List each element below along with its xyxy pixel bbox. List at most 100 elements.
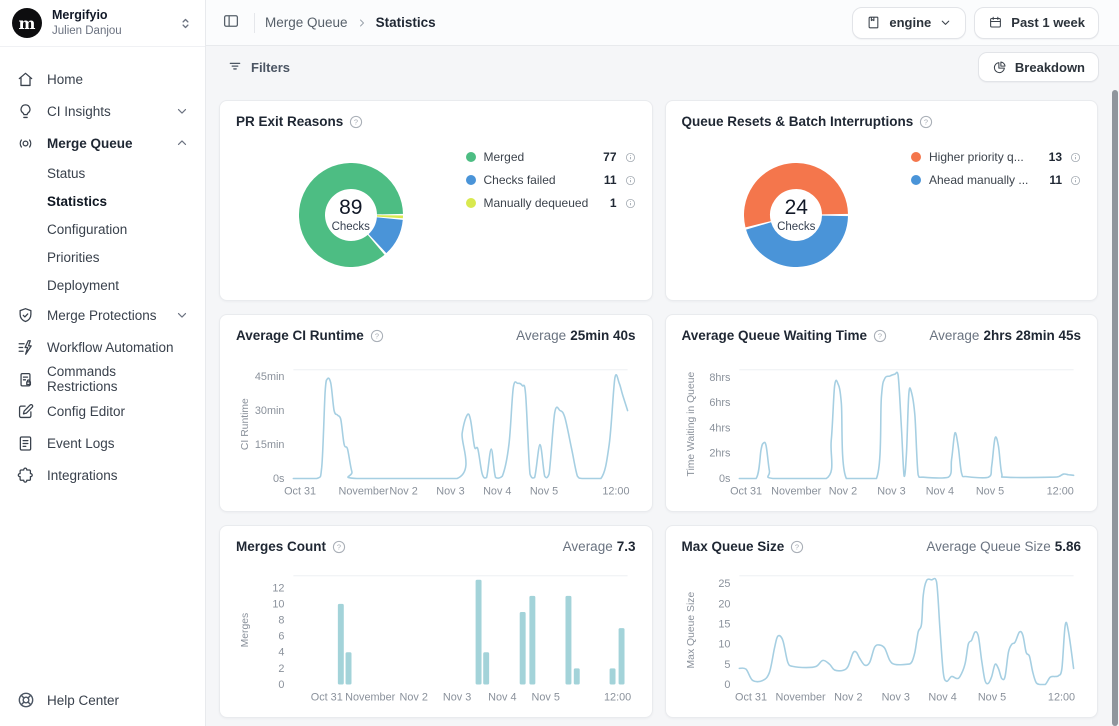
chevron-up-icon xyxy=(175,136,189,150)
line-chart-area[interactable]: 0510152025Oct 31NovemberNov 2Nov 3Nov 4N… xyxy=(682,554,1082,717)
sidebar-item-merge-protections[interactable]: Merge Protections xyxy=(0,299,205,331)
svg-text:CI Runtime: CI Runtime xyxy=(240,398,251,450)
sidebar-item-deployment[interactable]: Deployment xyxy=(0,271,205,299)
breadcrumb-merge-queue[interactable]: Merge Queue xyxy=(265,15,348,30)
help-icon[interactable]: ? xyxy=(873,329,887,343)
sidebar-item-configuration[interactable]: Configuration xyxy=(0,215,205,243)
filters-button[interactable]: Filters xyxy=(219,54,298,81)
svg-text:12: 12 xyxy=(272,582,284,594)
legend-dot xyxy=(911,175,921,185)
svg-text:2hrs: 2hrs xyxy=(709,448,731,460)
legend-label: Checks failed xyxy=(484,173,596,187)
breadcrumb: Merge Queue Statistics xyxy=(265,15,436,30)
org-switcher[interactable]: m Mergifyio Julien Danjou xyxy=(0,0,205,47)
repo-book-icon xyxy=(866,15,881,30)
svg-text:0: 0 xyxy=(278,679,284,691)
filter-icon xyxy=(227,58,243,77)
svg-text:30min: 30min xyxy=(255,405,285,417)
legend-item[interactable]: Checks failed 11 xyxy=(466,173,636,187)
card-queue-resets: Queue Resets & Batch Interruptions ? 24 … xyxy=(665,100,1099,301)
svg-text:Oct 31: Oct 31 xyxy=(735,691,767,703)
svg-text:Nov 5: Nov 5 xyxy=(530,485,558,497)
info-icon[interactable] xyxy=(625,152,636,163)
sidebar-item-label: Event Logs xyxy=(47,436,115,451)
svg-text:Oct 31: Oct 31 xyxy=(311,691,343,703)
help-icon[interactable]: ? xyxy=(370,329,384,343)
sidebar-item-workflow-automation[interactable]: Workflow Automation xyxy=(0,331,205,363)
svg-text:Time Waiting in Queue: Time Waiting in Queue xyxy=(685,372,696,477)
svg-text:4: 4 xyxy=(278,647,284,659)
scrollbar[interactable] xyxy=(1112,90,1118,726)
svg-text:Merges: Merges xyxy=(240,613,251,648)
sidebar-item-label: CI Insights xyxy=(47,104,111,119)
help-icon[interactable]: ? xyxy=(790,540,804,554)
help-icon[interactable]: ? xyxy=(332,540,346,554)
svg-text:5: 5 xyxy=(724,659,730,671)
donut-chart-area[interactable]: 24 Checks xyxy=(682,163,912,267)
svg-text:0s: 0s xyxy=(718,473,730,485)
info-icon[interactable] xyxy=(625,198,636,209)
org-name: Mergifyio xyxy=(52,8,122,24)
sidebar-item-priorities[interactable]: Priorities xyxy=(0,243,205,271)
legend-item[interactable]: Manually dequeued1 xyxy=(466,196,636,210)
svg-text:25: 25 xyxy=(718,578,730,590)
chevron-down-icon xyxy=(175,308,189,322)
card-title: Average CI Runtime xyxy=(236,328,364,343)
date-range-button[interactable]: Past 1 week xyxy=(974,7,1099,39)
line-chart-area[interactable]: 0s2hrs4hrs6hrs8hrsOct 31NovemberNov 2Nov… xyxy=(682,343,1082,511)
mergify-logo: m xyxy=(12,8,42,38)
sidebar-item-home[interactable]: Home xyxy=(0,63,205,95)
sidebar-item-config-editor[interactable]: Config Editor xyxy=(0,395,205,427)
sidebar-item-commands-restrictions[interactable]: Commands Restrictions xyxy=(0,363,205,395)
sidebar-item-ci-insights[interactable]: CI Insights xyxy=(0,95,205,127)
legend-value: 77 xyxy=(603,150,616,164)
help-center-link[interactable]: Help Center xyxy=(0,674,205,726)
info-icon[interactable] xyxy=(625,175,636,186)
sidebar-toggle-button[interactable] xyxy=(218,8,244,37)
svg-text:Nov 3: Nov 3 xyxy=(436,485,464,497)
legend-item[interactable]: Merged77 xyxy=(466,150,636,164)
svg-text:November: November xyxy=(771,485,821,497)
app-window: m Mergifyio Julien Danjou Home CI Insight… xyxy=(0,0,1119,726)
line-chart-area[interactable]: 0s15min30min45minOct 31NovemberNov 2Nov … xyxy=(236,343,636,511)
main-area: Merge Queue Statistics engine xyxy=(206,0,1119,726)
config-editor-icon xyxy=(16,402,35,421)
svg-text:Nov 3: Nov 3 xyxy=(877,485,905,497)
legend-dot xyxy=(911,152,921,162)
card-title: Max Queue Size xyxy=(682,539,785,554)
chart-legend: Merged77 Checks failed 11 Manually dequeued… xyxy=(466,141,636,219)
average-stat: Average25min 40s xyxy=(516,328,635,343)
sidebar-item-label: Merge Protections xyxy=(47,308,157,323)
svg-text:Nov 4: Nov 4 xyxy=(928,691,956,703)
svg-text:Max Queue Size: Max Queue Size xyxy=(685,592,696,669)
sidebar-item-integrations[interactable]: Integrations xyxy=(0,459,205,491)
legend-item[interactable]: Ahead manually ...11 xyxy=(911,173,1081,187)
repository-select[interactable]: engine xyxy=(852,7,966,39)
sidebar-item-merge-queue[interactable]: Merge Queue xyxy=(0,127,205,159)
svg-text:2: 2 xyxy=(278,663,284,675)
average-stat: Average2hrs 28min 45s xyxy=(929,328,1081,343)
sidebar-item-status[interactable]: Status xyxy=(0,159,205,187)
help-icon[interactable]: ? xyxy=(349,115,363,129)
svg-text:0s: 0s xyxy=(273,473,285,485)
svg-text:?: ? xyxy=(375,331,379,340)
donut-chart-area[interactable]: 89 Checks xyxy=(236,163,466,267)
breakdown-button[interactable]: Breakdown xyxy=(978,52,1099,82)
info-icon[interactable] xyxy=(1070,152,1081,163)
sidebar-item-label: Status xyxy=(47,166,85,181)
sidebar-item-event-logs[interactable]: Event Logs xyxy=(0,427,205,459)
sidebar-item-label: Commands Restrictions xyxy=(47,364,189,394)
card-title: Queue Resets & Batch Interruptions xyxy=(682,114,914,129)
bar-chart-area[interactable]: 024681012Oct 31NovemberNov 2Nov 3Nov 4No… xyxy=(236,554,636,717)
legend-value: 11 xyxy=(604,173,617,187)
svg-text:Nov 3: Nov 3 xyxy=(443,691,471,703)
chart-legend: Higher priority q...13 Ahead manually ...… xyxy=(911,141,1081,196)
commands-restrictions-icon xyxy=(16,370,35,389)
legend-item[interactable]: Higher priority q...13 xyxy=(911,150,1081,164)
legend-label: Ahead manually ... xyxy=(929,173,1041,187)
help-icon[interactable]: ? xyxy=(919,115,933,129)
sidebar-item-statistics[interactable]: Statistics xyxy=(0,187,205,215)
sidebar-item-label: Integrations xyxy=(47,468,118,483)
average-value: 25min 40s xyxy=(570,328,635,343)
info-icon[interactable] xyxy=(1070,175,1081,186)
